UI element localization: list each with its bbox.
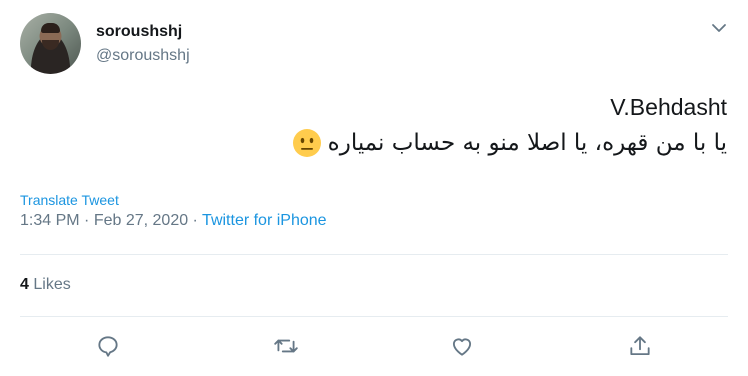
share-button[interactable]	[624, 330, 656, 362]
retweet-icon	[274, 339, 298, 353]
divider	[20, 254, 728, 255]
likes-stat[interactable]: 4 Likes	[20, 276, 71, 294]
translate-tweet-link[interactable]: Translate Tweet	[20, 192, 119, 208]
avatar[interactable]	[20, 13, 81, 74]
meta-separator: ·	[188, 212, 203, 229]
like-button[interactable]	[446, 330, 478, 362]
action-bar	[0, 330, 748, 362]
reply-icon	[98, 336, 118, 357]
tweet-text-line2: یا با من قهره، یا اصلا منو به حساب نمیار…	[292, 128, 727, 158]
author-name[interactable]: soroushshj	[96, 23, 182, 41]
avatar-hair	[41, 23, 60, 33]
tweet-card: soroushshj @soroushshj V.Behdasht یا با …	[0, 0, 748, 376]
tweet-meta: 1:34 PM · Feb 27, 2020 · Twitter for iPh…	[20, 212, 327, 230]
tweet-date[interactable]: Feb 27, 2020	[94, 212, 188, 229]
likes-count: 4	[20, 276, 29, 293]
divider	[20, 316, 728, 317]
likes-label: Likes	[33, 276, 71, 293]
meta-separator: ·	[79, 212, 94, 229]
chevron-down-icon[interactable]	[709, 18, 729, 38]
reply-button[interactable]	[92, 330, 124, 362]
author-handle[interactable]: @soroushshj	[96, 47, 190, 65]
tweet-text-line1: V.Behdasht	[610, 94, 727, 120]
tweet-text-persian: یا با من قهره، یا اصلا منو به حساب نمیار…	[327, 130, 727, 156]
retweet-button[interactable]	[270, 330, 302, 362]
heart-icon	[452, 338, 472, 356]
avatar-beard	[42, 40, 59, 50]
share-icon	[630, 336, 650, 356]
tweet-source-link[interactable]: Twitter for iPhone	[202, 212, 327, 229]
tweet-time[interactable]: 1:34 PM	[20, 212, 80, 229]
neutral-face-emoji-icon	[292, 128, 322, 158]
